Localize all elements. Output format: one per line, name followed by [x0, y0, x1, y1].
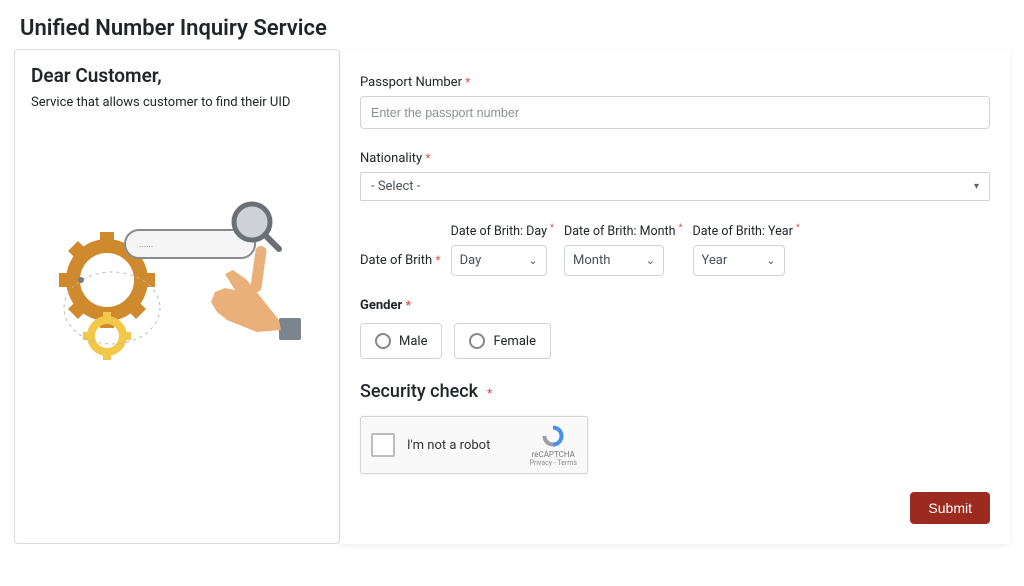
- chevron-down-icon: ⌄: [646, 254, 655, 267]
- security-section-title: Security check *: [360, 381, 990, 402]
- required-star-icon: *: [435, 253, 440, 267]
- recaptcha-checkbox[interactable]: [371, 433, 395, 457]
- caret-down-icon: ▾: [974, 181, 979, 192]
- dob-label: Date of Brith *: [360, 253, 441, 276]
- radio-icon: [469, 333, 485, 349]
- dob-year-label: Date of Brith: Year *: [693, 223, 800, 239]
- gender-label: Gender *: [360, 298, 990, 313]
- recaptcha-label: I'm not a robot: [407, 438, 490, 453]
- required-star-icon: *: [425, 151, 430, 165]
- passport-label: Passport Number *: [360, 75, 990, 90]
- recaptcha-widget[interactable]: I'm not a robot reCAPTCHA Privacy - Term…: [360, 416, 588, 474]
- recaptcha-brand: reCAPTCHA Privacy - Terms: [529, 423, 577, 467]
- nationality-label: Nationality *: [360, 151, 990, 166]
- chevron-down-icon: ⌄: [528, 254, 537, 267]
- form-panel: Passport Number * Nationality * - Select…: [340, 49, 1010, 544]
- page-title: Unified Number Inquiry Service: [0, 0, 1024, 49]
- dob-day-select[interactable]: Day ⌄: [451, 245, 547, 276]
- svg-text:......: ......: [139, 240, 153, 250]
- recaptcha-logo-icon: [529, 423, 577, 449]
- required-star-icon: *: [406, 298, 411, 312]
- chevron-down-icon: ⌄: [766, 254, 775, 267]
- submit-button[interactable]: Submit: [910, 492, 990, 524]
- gender-male-radio[interactable]: Male: [360, 323, 442, 359]
- dob-year-select[interactable]: Year ⌄: [693, 245, 785, 276]
- gender-female-radio[interactable]: Female: [454, 323, 550, 359]
- nationality-select[interactable]: - Select - ▾: [360, 172, 990, 201]
- dob-month-select[interactable]: Month ⌄: [564, 245, 664, 276]
- radio-icon: [375, 333, 391, 349]
- required-star-icon: *: [487, 386, 492, 400]
- main-container: Dear Customer, Service that allows custo…: [0, 49, 1024, 544]
- illustration-icon: ......: [31, 150, 323, 370]
- greeting: Dear Customer,: [31, 64, 323, 87]
- dob-day-label: Date of Brith: Day *: [451, 223, 554, 239]
- dob-month-label: Date of Brith: Month *: [564, 223, 682, 239]
- service-description: Service that allows customer to find the…: [31, 95, 323, 110]
- info-panel: Dear Customer, Service that allows custo…: [14, 49, 340, 544]
- required-star-icon: *: [465, 75, 470, 89]
- passport-input[interactable]: [360, 96, 990, 129]
